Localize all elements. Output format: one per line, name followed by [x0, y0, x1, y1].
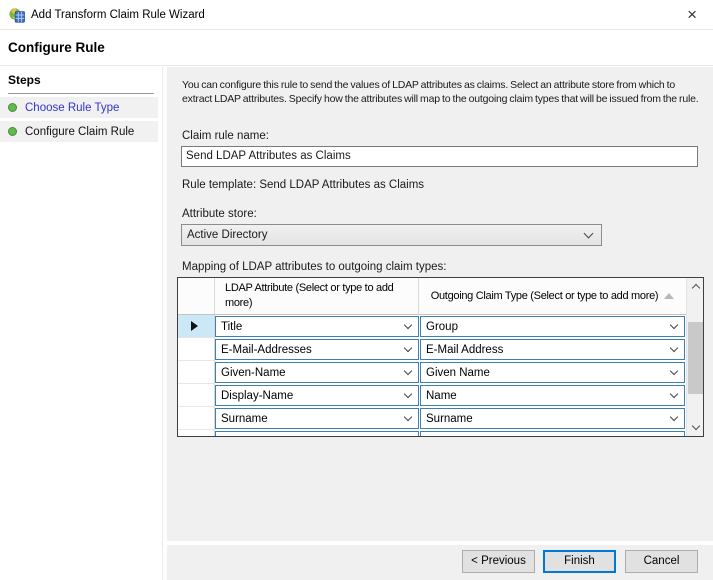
content-panel: You can configure this rule to send the … — [167, 67, 713, 541]
footer-button-bar: < Previous Finish Cancel — [167, 545, 713, 580]
outgoing-claim-type-combobox[interactable]: Name — [420, 385, 685, 406]
chevron-down-icon — [404, 366, 412, 374]
steps-heading: Steps — [8, 73, 154, 94]
row-selector[interactable] — [178, 338, 215, 361]
chevron-down-icon — [404, 343, 412, 351]
chevron-down-icon — [584, 228, 594, 238]
chevron-down-icon — [404, 435, 412, 437]
sort-ascending-icon — [664, 293, 674, 299]
window-title: Add Transform Claim Rule Wizard — [31, 0, 205, 30]
attribute-store-label: Attribute store: — [182, 208, 257, 220]
claim-rule-name-label: Claim rule name: — [182, 130, 269, 142]
chevron-down-icon — [404, 412, 412, 420]
ldap-attribute-combobox[interactable]: Given-Name — [215, 362, 419, 383]
column-header-outgoing-claim-type[interactable]: Outgoing Claim Type (Select or type to a… — [419, 278, 686, 314]
ldap-attribute-combobox[interactable]: Surname — [215, 408, 419, 429]
header-gutter-cell — [178, 278, 215, 314]
page-title: Configure Rule — [8, 31, 105, 64]
chevron-down-icon — [670, 412, 678, 420]
table-row: Surname Surname — [178, 407, 686, 430]
ldap-attribute-combobox[interactable]: Display-Name — [215, 385, 419, 406]
scrollbar-thumb[interactable] — [688, 322, 703, 394]
title-bar: Add Transform Claim Rule Wizard × — [0, 0, 713, 30]
page-heading-band: Configure Rule — [0, 31, 713, 66]
table-row: Title Group — [178, 315, 686, 338]
ldap-attribute-combobox[interactable]: Title — [215, 316, 419, 337]
table-scrollbar[interactable] — [686, 278, 703, 436]
steps-sidebar: Steps Choose Rule Type Configure Claim R… — [0, 67, 163, 580]
row-indicator-icon — [191, 321, 198, 331]
outgoing-claim-type-combobox[interactable]: Given Name — [420, 362, 685, 383]
previous-button[interactable]: < Previous — [462, 550, 535, 573]
outgoing-claim-type-combobox[interactable]: Group — [420, 316, 685, 337]
chevron-down-icon — [670, 320, 678, 328]
table-row: Display-Name Name — [178, 384, 686, 407]
outgoing-claim-type-combobox[interactable]: Surname — [420, 408, 685, 429]
rule-description: You can configure this rule to send the … — [182, 78, 704, 106]
chevron-down-icon — [404, 320, 412, 328]
finish-button[interactable]: Finish — [543, 550, 616, 573]
chevron-down-icon — [670, 389, 678, 397]
ldap-attribute-combobox[interactable]: E-Mail-Addresses — [215, 339, 419, 360]
step-bullet-icon — [8, 127, 17, 136]
row-selector[interactable] — [178, 361, 215, 384]
scroll-up-icon[interactable] — [687, 278, 704, 295]
table-row: Given-Name Given Name — [178, 361, 686, 384]
outgoing-claim-type-combobox[interactable]: E-Mail Address — [420, 339, 685, 360]
rule-template-text: Rule template: Send LDAP Attributes as C… — [182, 179, 424, 191]
sidebar-item-label: Choose Rule Type — [25, 102, 119, 114]
chevron-down-icon — [670, 366, 678, 374]
ldap-mapping-table: LDAP Attribute (Select or type to add mo… — [177, 277, 704, 437]
chevron-down-icon — [670, 343, 678, 351]
chevron-down-icon — [404, 389, 412, 397]
step-bullet-icon — [8, 103, 17, 112]
claim-rule-name-input[interactable]: Send LDAP Attributes as Claims — [181, 146, 698, 167]
outgoing-claim-type-combobox[interactable] — [420, 431, 685, 437]
table-row: E-Mail-Addresses E-Mail Address — [178, 338, 686, 361]
chevron-down-icon — [670, 435, 678, 437]
row-selector[interactable] — [178, 384, 215, 407]
cancel-button[interactable]: Cancel — [625, 550, 698, 573]
row-selector[interactable] — [178, 407, 215, 430]
sidebar-item-choose-rule-type[interactable]: Choose Rule Type — [0, 97, 158, 118]
attribute-store-dropdown[interactable]: Active Directory — [181, 224, 602, 246]
wizard-icon — [9, 7, 25, 23]
ldap-attribute-combobox[interactable] — [215, 431, 419, 437]
sidebar-item-configure-claim-rule[interactable]: Configure Claim Rule — [0, 121, 158, 142]
close-icon[interactable]: × — [683, 0, 701, 30]
row-selector[interactable] — [178, 315, 215, 338]
scroll-down-icon[interactable] — [687, 419, 704, 436]
table-row-new — [178, 430, 686, 437]
column-header-ldap-attribute[interactable]: LDAP Attribute (Select or type to add mo… — [215, 278, 419, 314]
table-header-row: LDAP Attribute (Select or type to add mo… — [178, 278, 686, 315]
row-selector[interactable] — [178, 430, 215, 437]
mapping-table-label: Mapping of LDAP attributes to outgoing c… — [182, 261, 446, 273]
sidebar-item-label: Configure Claim Rule — [25, 126, 134, 138]
attribute-store-value: Active Directory — [187, 229, 268, 241]
